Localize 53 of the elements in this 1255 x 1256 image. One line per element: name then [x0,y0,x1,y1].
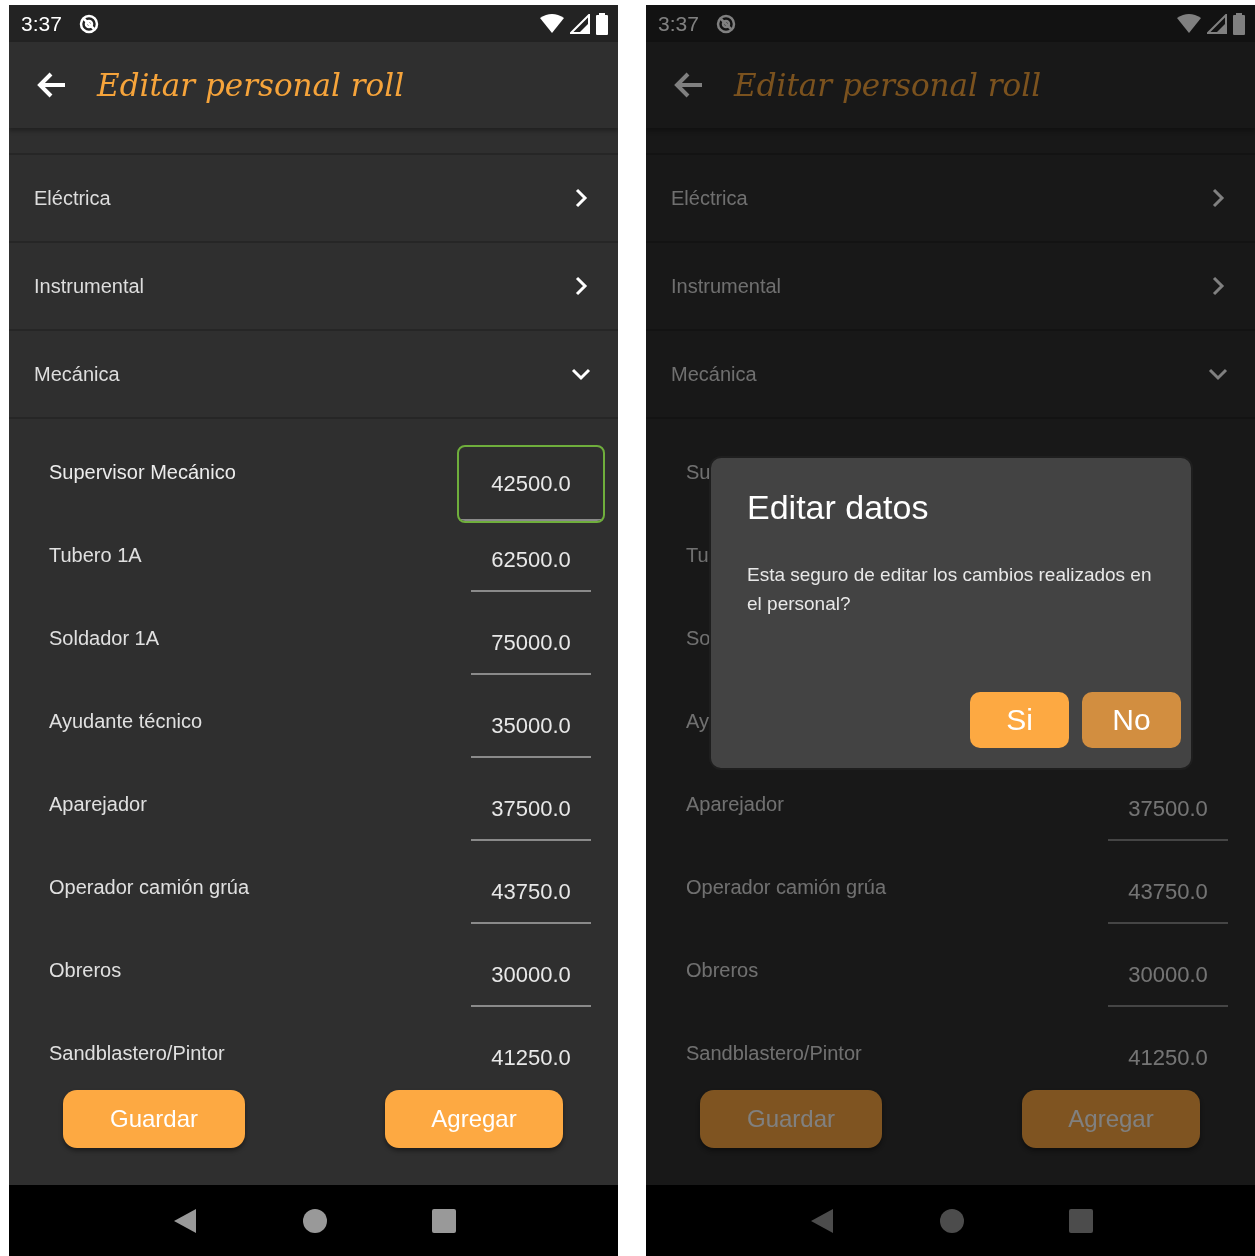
position-label: Aparejador [686,792,784,817]
salary-field[interactable]: 30000.0 [471,945,591,1007]
position-label: Sandblastero/Pintor [49,1041,225,1065]
add-button[interactable]: Agregar [385,1090,563,1148]
wifi-icon [1177,13,1201,34]
salary-field[interactable]: 35000.0 [471,696,591,758]
position-label: Ay [686,709,709,734]
signal-icon [570,13,590,34]
home-circle-icon[interactable] [302,1208,327,1233]
position-label: Soldador 1A [49,626,160,651]
back-arrow-icon[interactable] [37,72,67,98]
position-label: Su [686,460,711,485]
status-time: 3:37 [21,11,62,36]
position-label: Aparejador [49,792,147,817]
category-row[interactable]: Instrumental [9,241,618,329]
salary-field[interactable]: 37500.0 [1108,779,1228,841]
category-row[interactable]: Eléctrica [646,153,1255,241]
position-label: Operador camión grúa [686,875,887,900]
signal-icon [1207,13,1227,34]
position-label: Operador camión grúa [49,875,250,900]
recents-square-icon[interactable] [431,1208,456,1233]
at-sign-icon [77,12,100,35]
salary-field[interactable]: 43750.0 [471,862,591,924]
confirm-button[interactable]: Si [970,692,1069,748]
at-sign-icon [714,12,737,35]
salary-field[interactable]: 62500.0 [471,530,591,592]
position-label: Obreros [686,958,759,983]
dialog-title: Editar datos [747,488,930,527]
save-button[interactable]: Guardar [63,1090,245,1148]
position-label: Supervisor Mecánico [49,460,236,485]
position-label: Tubero 1A [49,543,142,568]
salary-field[interactable]: 75000.0 [471,613,591,675]
salary-field[interactable]: 43750.0 [1108,862,1228,924]
position-label: Obreros [49,958,122,983]
screen-title: Editar personal roll [734,67,1042,103]
position-label: Sandblastero/Pintor [686,1041,862,1065]
salary-field[interactable]: 42500.0 [457,445,605,523]
status-time: 3:37 [658,11,699,36]
dialog-message: Esta seguro de editar los cambios realizados en el personal? [747,563,1153,616]
position-label: So [686,626,711,651]
category-row[interactable]: Mecánica [646,329,1255,417]
position-label: Tu [686,543,709,568]
category-row[interactable]: Eléctrica [9,153,618,241]
battery-icon [596,12,608,35]
category-row[interactable]: Mecánica [9,329,618,417]
salary-field[interactable]: 37500.0 [471,779,591,841]
cancel-button[interactable]: No [1082,692,1181,748]
wifi-icon [540,13,564,34]
screen-title: Editar personal roll [97,67,405,103]
battery-icon [1233,12,1245,35]
salary-field[interactable]: 30000.0 [1108,945,1228,1007]
position-label: Ayudante técnico [49,709,203,734]
category-row[interactable]: Instrumental [646,241,1255,329]
